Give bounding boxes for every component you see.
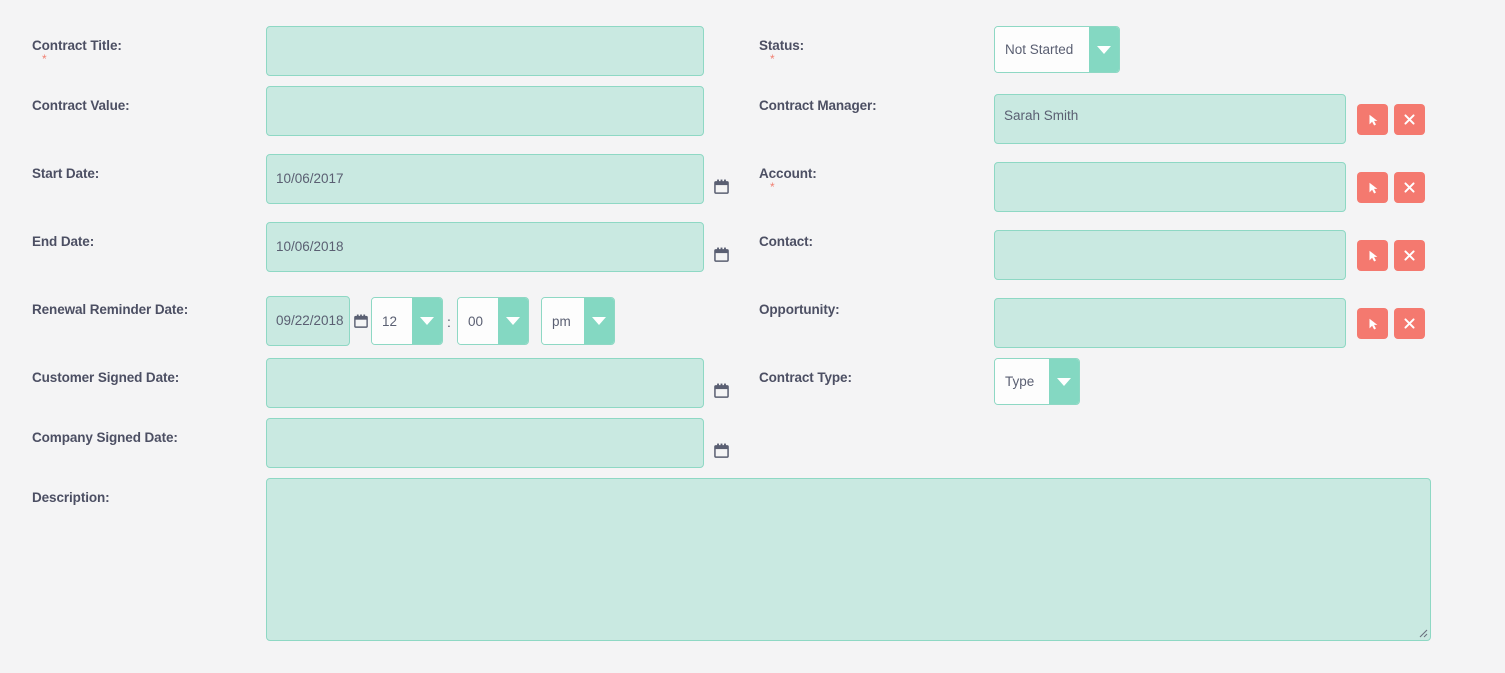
label-contract-value: Contract Value: [32,98,130,113]
calendar-icon[interactable] [354,314,369,329]
label-end-date: End Date: [32,234,94,249]
input-opportunity[interactable] [994,298,1346,348]
select-button-opportunity[interactable] [1357,308,1388,339]
chevron-down-icon[interactable] [498,298,528,344]
calendar-icon[interactable] [714,179,729,194]
label-account: Account: [759,166,817,181]
label-renewal-reminder-date: Renewal Reminder Date: [32,302,188,317]
select-button-account[interactable] [1357,172,1388,203]
chevron-down-icon[interactable] [1089,27,1119,72]
select-contract-type-value: Type [995,359,1049,404]
select-renewal-minute[interactable]: 00 [457,297,529,345]
select-button-contract-manager[interactable] [1357,104,1388,135]
input-end-date[interactable]: 10/06/2018 [266,222,704,272]
time-separator: : [447,314,451,330]
select-contract-type[interactable]: Type [994,358,1080,405]
input-company-signed-date[interactable] [266,418,704,468]
input-contract-value[interactable] [266,86,704,136]
label-contract-manager: Contract Manager: [759,98,877,113]
clear-button-account[interactable] [1394,172,1425,203]
chevron-down-icon[interactable] [584,298,614,344]
contract-edit-form: Contract Title: * Contract Value: Start … [0,0,1505,673]
description-wrapper [266,478,1431,641]
label-contact: Contact: [759,234,813,249]
label-contract-title: Contract Title: [32,38,122,53]
select-renewal-minute-value: 00 [458,298,498,344]
clear-button-contract-manager[interactable] [1394,104,1425,135]
calendar-icon[interactable] [714,443,729,458]
chevron-down-icon[interactable] [1049,359,1079,404]
clear-button-opportunity[interactable] [1394,308,1425,339]
calendar-icon[interactable] [714,247,729,262]
label-start-date: Start Date: [32,166,99,181]
select-renewal-hour[interactable]: 12 [371,297,443,345]
input-account[interactable] [994,162,1346,212]
required-marker-status: * [770,53,775,65]
select-button-contact[interactable] [1357,240,1388,271]
label-company-signed-date: Company Signed Date: [32,430,178,445]
select-renewal-meridiem[interactable]: pm [541,297,615,345]
input-customer-signed-date[interactable] [266,358,704,408]
calendar-icon[interactable] [714,383,729,398]
textarea-description[interactable] [266,478,1431,641]
clear-button-contact[interactable] [1394,240,1425,271]
select-status[interactable]: Not Started [994,26,1120,73]
select-renewal-meridiem-value: pm [542,298,584,344]
label-contract-type: Contract Type: [759,370,852,385]
label-status: Status: [759,38,804,53]
input-contract-manager[interactable]: Sarah Smith [994,94,1346,144]
select-status-value: Not Started [995,27,1089,72]
label-opportunity: Opportunity: [759,302,840,317]
input-renewal-reminder-date[interactable]: 09/22/2018 [266,296,350,346]
label-customer-signed-date: Customer Signed Date: [32,370,179,385]
required-marker-account: * [770,181,775,193]
select-renewal-hour-value: 12 [372,298,412,344]
input-contract-title[interactable] [266,26,704,76]
label-description: Description: [32,490,110,505]
chevron-down-icon[interactable] [412,298,442,344]
input-contact[interactable] [994,230,1346,280]
input-start-date[interactable]: 10/06/2017 [266,154,704,204]
required-marker-contract-title: * [42,53,47,65]
